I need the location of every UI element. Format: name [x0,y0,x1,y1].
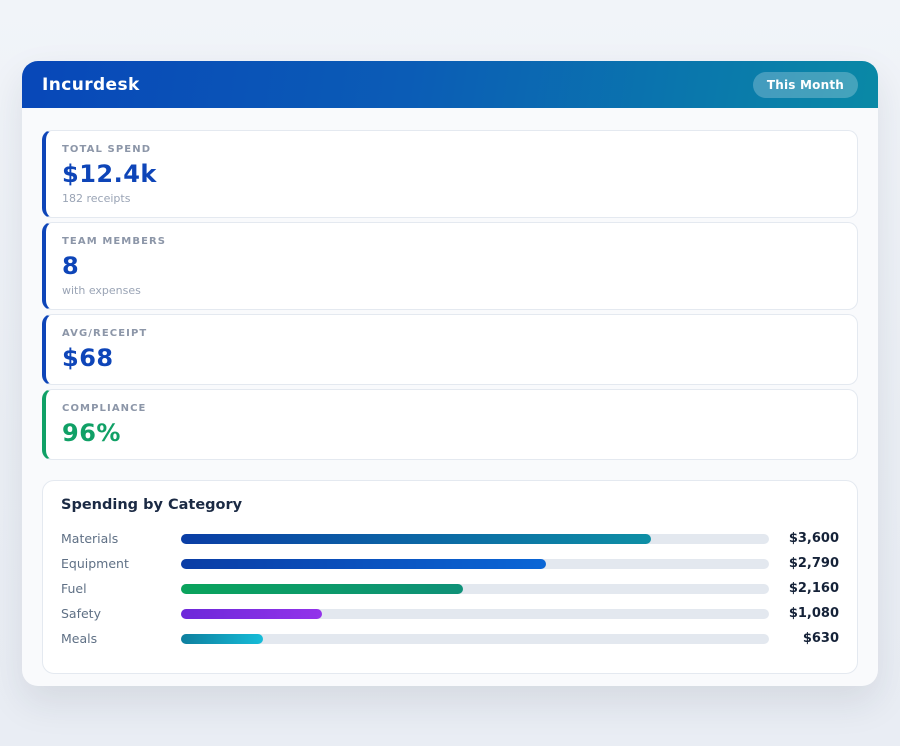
panel-body: TOTAL SPEND $12.4k 182 receipts TEAM MEM… [22,108,878,674]
category-label: Materials [61,531,119,546]
category-value: $2,790 [788,556,839,571]
chart-row: Safety $1,080 [61,601,839,626]
stat-value: 96% [62,419,121,447]
stat-label: TOTAL SPEND [62,144,152,155]
chart-row: Meals $630 [61,626,839,651]
category-label: Equipment [61,556,129,571]
app-header: Incurdesk This Month [22,61,878,108]
category-value: $2,160 [788,581,839,596]
bar-track [181,633,769,644]
bar-track [181,533,769,544]
category-value: $630 [802,631,839,646]
chart-row: Equipment $2,790 [61,551,839,576]
bar-fill [181,633,264,644]
period-badge[interactable]: This Month [752,71,858,98]
category-label: Fuel [61,581,87,596]
category-value: $3,600 [788,531,839,546]
stat-card-avg-receipt: AVG/RECEIPT $68 [42,314,858,385]
chart-rows: Materials $3,600 Equipment $2,790 Fuel $2,160… [61,526,839,651]
bar-fill [181,558,546,569]
stat-card-compliance: COMPLIANCE 96% [42,389,858,460]
spending-by-category-chart: Spending by Category Materials $3,600 Equi… [42,480,858,674]
stat-label: AVG/RECEIPT [62,328,148,339]
stat-value: $68 [62,344,114,372]
chart-title: Spending by Category [61,497,243,513]
stat-card-team-members: TEAM MEMBERS 8 with expenses [42,222,858,310]
bar-fill [181,583,464,594]
stat-subtext: with expenses [62,284,141,297]
stat-value: 8 [62,252,80,280]
bar-fill [181,608,323,619]
bar-fill [181,533,652,544]
category-label: Meals [61,631,98,646]
app-title: Incurdesk [42,74,140,95]
bar-track [181,608,769,619]
stat-card-total-spend: TOTAL SPEND $12.4k 182 receipts [42,130,858,218]
stat-label: COMPLIANCE [62,403,147,414]
chart-row: Fuel $2,160 [61,576,839,601]
dashboard-panel: Incurdesk This Month TOTAL SPEND $12.4k … [22,61,878,686]
stat-label: TEAM MEMBERS [62,236,167,247]
chart-row: Materials $3,600 [61,526,839,551]
category-label: Safety [61,606,101,621]
bar-track [181,558,769,569]
stat-value: $12.4k [62,160,157,188]
stat-subtext: 182 receipts [62,192,131,205]
bar-track [181,583,769,594]
category-value: $1,080 [788,606,839,621]
